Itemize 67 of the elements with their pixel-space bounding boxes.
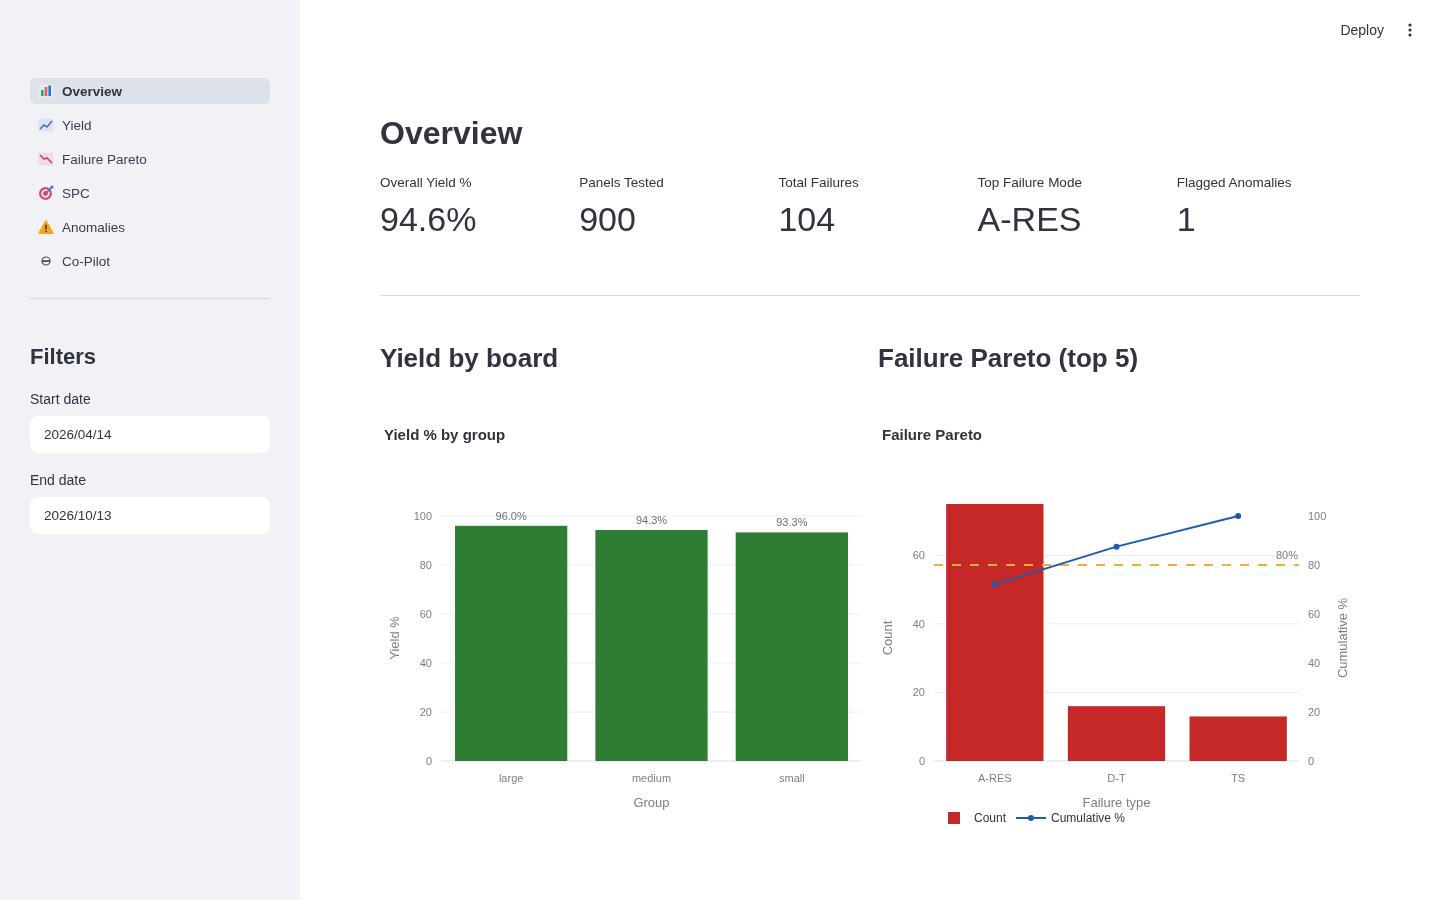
field-label: Start date (30, 390, 92, 409)
axis-tick-label: 100 (1308, 510, 1327, 522)
axis-tick-label: 40 (419, 657, 432, 669)
sidebar-nav-item[interactable]: Yield (30, 112, 270, 138)
axis-category-label: medium (631, 772, 672, 784)
metric-label: Overall Yield % (380, 174, 473, 192)
axis-tick-label: 40 (912, 617, 925, 630)
y-axis-title: Count (880, 620, 895, 656)
field-label: End date (30, 471, 88, 490)
y-axis-title: Yield % (387, 616, 402, 660)
axis-tick-label: 80 (419, 559, 432, 571)
axis-tick-label: 80 (1308, 559, 1321, 571)
axis-tick-label: 0 (425, 755, 432, 767)
x-axis-title: Group (633, 795, 670, 810)
sidebar-nav-item[interactable]: Anomalies (30, 214, 270, 240)
axis-tick-label: 20 (1308, 706, 1321, 718)
sidebar-nav-item[interactable]: Overview (30, 78, 270, 104)
axis-tick-label: 0 (1308, 755, 1315, 767)
page-title: Overview (380, 114, 524, 153)
legend-label: Count (974, 811, 1007, 825)
metric-value: 94.6% (380, 199, 478, 239)
y-axis-title: Cumulative % (1335, 597, 1350, 679)
axis-tick-label: 100 (413, 510, 432, 522)
target-icon (38, 185, 54, 201)
axis-category-label: large (498, 772, 524, 784)
axis-category-label: TS (1231, 772, 1246, 784)
rising-chart-icon (38, 117, 54, 133)
bar-value-label: 93.3% (776, 516, 808, 529)
warning-icon (38, 219, 54, 235)
axis-tick-label: 60 (912, 549, 925, 562)
sidebar-nav-item[interactable]: Failure Pareto (30, 146, 270, 172)
bar-value-label: 96.0% (495, 509, 527, 522)
threshold-label: 80% (1275, 549, 1298, 561)
falling-chart-icon (38, 151, 54, 167)
vertical-dots-icon (1408, 23, 1412, 37)
axis-tick-label: 20 (912, 686, 925, 699)
axis-tick-label: 40 (1308, 657, 1321, 669)
filters-heading: Filters (30, 344, 98, 370)
metric-value: 1 (1176, 199, 1197, 239)
chart-title: Failure Pareto (882, 425, 984, 445)
sidebar-nav-item[interactable]: Co-Pilot (30, 248, 270, 274)
metric-label: Top Failure Mode (977, 174, 1083, 192)
metric-value: A-RES (977, 199, 1083, 239)
axis-tick-label: 0 (918, 755, 925, 767)
deploy-button[interactable]: Deploy (1328, 16, 1396, 44)
axis-tick-label: 20 (419, 706, 432, 718)
date-field[interactable]: 2026/04/14 (30, 416, 270, 453)
axis-category-label: small (779, 772, 805, 784)
axis-tick-label: 60 (419, 608, 432, 620)
axis-category-label: D-T (1107, 772, 1126, 784)
bar-chart-icon (38, 83, 54, 99)
sidebar-nav-item[interactable]: SPC (30, 180, 270, 206)
x-axis-title: Failure type (1082, 795, 1151, 810)
ringed-circle-icon (41, 256, 51, 266)
metric-label: Total Failures (778, 174, 860, 192)
metric-value: 900 (579, 199, 637, 239)
section-heading: Failure Pareto (top 5) (878, 342, 1140, 375)
chart-title: Yield % by group (384, 425, 507, 445)
bar-value-label: 94.3% (635, 513, 668, 526)
metric-label: Flagged Anomalies (1176, 174, 1293, 192)
metric-label: Panels Tested (579, 174, 665, 192)
section-heading: Yield by board (380, 342, 560, 375)
metric-value: 104 (778, 199, 837, 239)
date-field[interactable]: 2026/10/13 (30, 497, 270, 534)
legend-label: Cumulative % (1051, 811, 1126, 825)
axis-category-label: A-RES (978, 772, 1012, 784)
axis-tick-label: 60 (1308, 608, 1321, 620)
